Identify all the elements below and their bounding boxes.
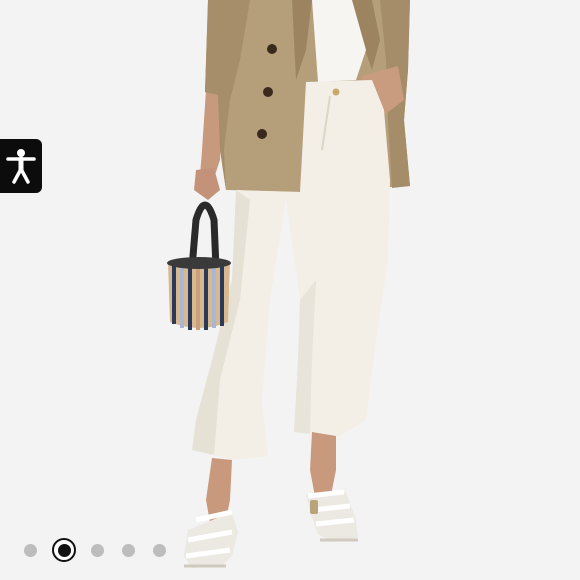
active-dot-indicator	[57, 543, 71, 557]
gallery-pagination	[24, 538, 184, 562]
product-photo	[0, 0, 580, 580]
gallery-dot-2-active[interactable]	[52, 538, 76, 562]
gallery-dot-4[interactable]	[122, 543, 135, 557]
accessibility-icon	[6, 149, 36, 184]
gallery-dot-5[interactable]	[153, 543, 166, 557]
accessibility-button[interactable]	[0, 139, 42, 193]
product-gallery	[0, 0, 580, 580]
gallery-dot-1[interactable]	[24, 543, 37, 557]
gallery-dot-3[interactable]	[91, 543, 104, 557]
